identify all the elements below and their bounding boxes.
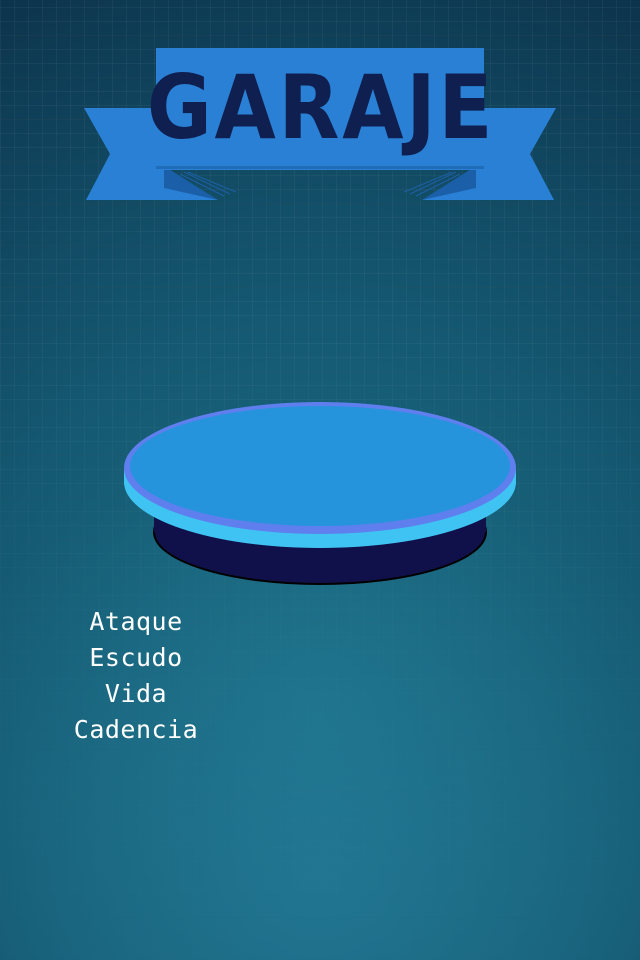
stat-escudo: Escudo	[89, 643, 183, 672]
stat-vida: Vida	[104, 679, 168, 708]
stats-list: Ataque Escudo Vida Cadencia	[36, 604, 236, 748]
ship-platform	[120, 398, 520, 588]
platform-graphic	[124, 402, 516, 585]
screen-title: GARAJE	[146, 56, 496, 159]
stat-cadencia: Cadencia	[73, 715, 199, 744]
title-banner: GARAJE	[84, 46, 556, 204]
stat-ataque: Ataque	[89, 607, 183, 636]
